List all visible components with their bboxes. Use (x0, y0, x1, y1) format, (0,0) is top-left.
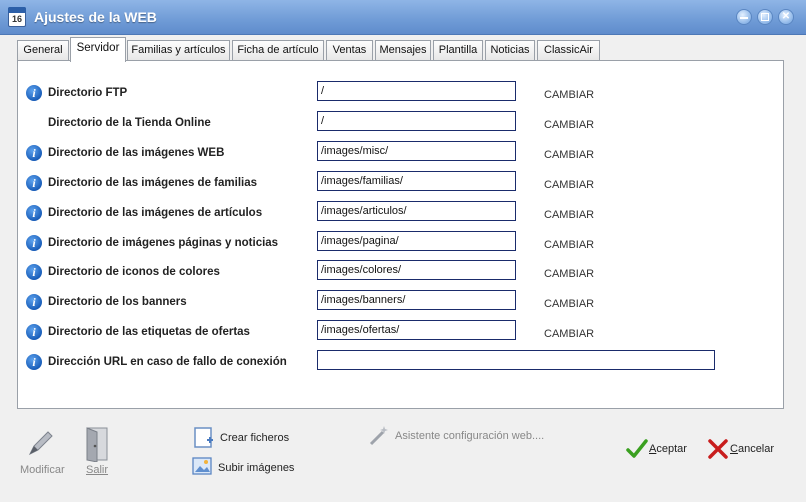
row-label: Directorio de la Tienda Online (48, 117, 211, 129)
aceptar-label: Aceptar (649, 443, 687, 455)
app-icon: 16 (8, 7, 26, 27)
new-file-icon (194, 427, 213, 448)
window-title: Ajustes de la WEB (34, 9, 157, 25)
row-label: Directorio de las imágenes de familias (48, 177, 257, 189)
info-icon[interactable]: i (26, 85, 42, 101)
tab-classicair[interactable]: ClassicAir (537, 40, 600, 60)
crear-ficheros-button[interactable]: Crear ficheros (193, 426, 303, 450)
pen-icon (28, 431, 53, 456)
ftp-directory-input[interactable] (317, 81, 516, 101)
info-icon[interactable]: i (26, 145, 42, 161)
color-icons-directory-input[interactable] (317, 260, 516, 280)
title-bar: 16 Ajustes de la WEB ✕ (0, 0, 806, 35)
asistente-label: Asistente configuración web.... (395, 430, 545, 442)
row-label: Directorio de imágenes páginas y noticia… (48, 237, 279, 249)
change-button[interactable]: CAMBIAR (544, 298, 594, 310)
row-label: Directorio de las imágenes de artículos (48, 207, 263, 219)
upload-image-icon (192, 457, 212, 475)
info-icon[interactable]: i (26, 324, 42, 340)
row-label: Directorio FTP (48, 87, 128, 99)
aceptar-button[interactable]: Aceptar (626, 437, 696, 461)
cancelar-label: Cancelar (730, 443, 775, 455)
salir-label: Salir (86, 464, 109, 476)
cancelar-button[interactable]: Cancelar (707, 437, 782, 461)
info-icon[interactable]: i (26, 175, 42, 191)
row-label: Directorio de las etiquetas de ofertas (48, 326, 250, 338)
modificar-label: Modificar (20, 464, 65, 476)
salir-button[interactable]: Salir (78, 426, 112, 478)
online-store-directory-input[interactable] (317, 111, 516, 131)
info-icon[interactable]: i (26, 205, 42, 221)
info-icon[interactable]: i (26, 235, 42, 251)
row-label: Directorio de los banners (48, 296, 187, 308)
web-images-directory-input[interactable] (317, 141, 516, 161)
tab-ventas[interactable]: Ventas (326, 40, 373, 60)
app-icon-text: 16 (12, 14, 23, 24)
change-button[interactable]: CAMBIAR (544, 328, 594, 340)
family-images-directory-input[interactable] (317, 171, 516, 191)
article-images-directory-input[interactable] (317, 201, 516, 221)
tab-familias-articulos[interactable]: Familias y artículos (127, 40, 230, 60)
fallback-url-input[interactable] (317, 350, 715, 370)
magic-wand-icon (369, 426, 388, 446)
change-button[interactable]: CAMBIAR (544, 89, 594, 101)
row-label: Dirección URL en caso de fallo de conexi… (48, 356, 287, 368)
close-button[interactable]: ✕ (778, 9, 794, 25)
change-button[interactable]: CAMBIAR (544, 149, 594, 161)
tab-noticias[interactable]: Noticias (485, 40, 535, 60)
asistente-button[interactable]: Asistente configuración web.... (368, 423, 558, 449)
tab-servidor[interactable]: Servidor (70, 37, 126, 62)
info-icon[interactable]: i (26, 354, 42, 370)
page-images-directory-input[interactable] (317, 231, 516, 251)
change-button[interactable]: CAMBIAR (544, 179, 594, 191)
row-label: Directorio de las imágenes WEB (48, 147, 225, 159)
change-button[interactable]: CAMBIAR (544, 239, 594, 251)
minimize-button[interactable] (736, 9, 752, 25)
change-button[interactable]: CAMBIAR (544, 209, 594, 221)
row-label: Directorio de iconos de colores (48, 266, 220, 278)
tab-ficha-articulo[interactable]: Ficha de artículo (232, 40, 324, 60)
exit-door-icon (86, 427, 108, 462)
subir-imagenes-button[interactable]: Subir imágenes (191, 455, 306, 479)
maximize-button[interactable] (757, 9, 773, 25)
check-icon (626, 439, 648, 458)
info-icon[interactable]: i (26, 264, 42, 280)
change-button[interactable]: CAMBIAR (544, 268, 594, 280)
cancel-x-icon (708, 439, 728, 459)
modificar-button[interactable]: Modificar (16, 426, 65, 478)
banners-directory-input[interactable] (317, 290, 516, 310)
crear-ficheros-label: Crear ficheros (220, 432, 290, 444)
change-button[interactable]: CAMBIAR (544, 119, 594, 131)
tab-plantilla[interactable]: Plantilla (433, 40, 483, 60)
offer-labels-directory-input[interactable] (317, 320, 516, 340)
info-icon[interactable]: i (26, 294, 42, 310)
tab-general[interactable]: General (17, 40, 69, 60)
subir-imagenes-label: Subir imágenes (218, 462, 295, 474)
tab-mensajes[interactable]: Mensajes (375, 40, 431, 60)
